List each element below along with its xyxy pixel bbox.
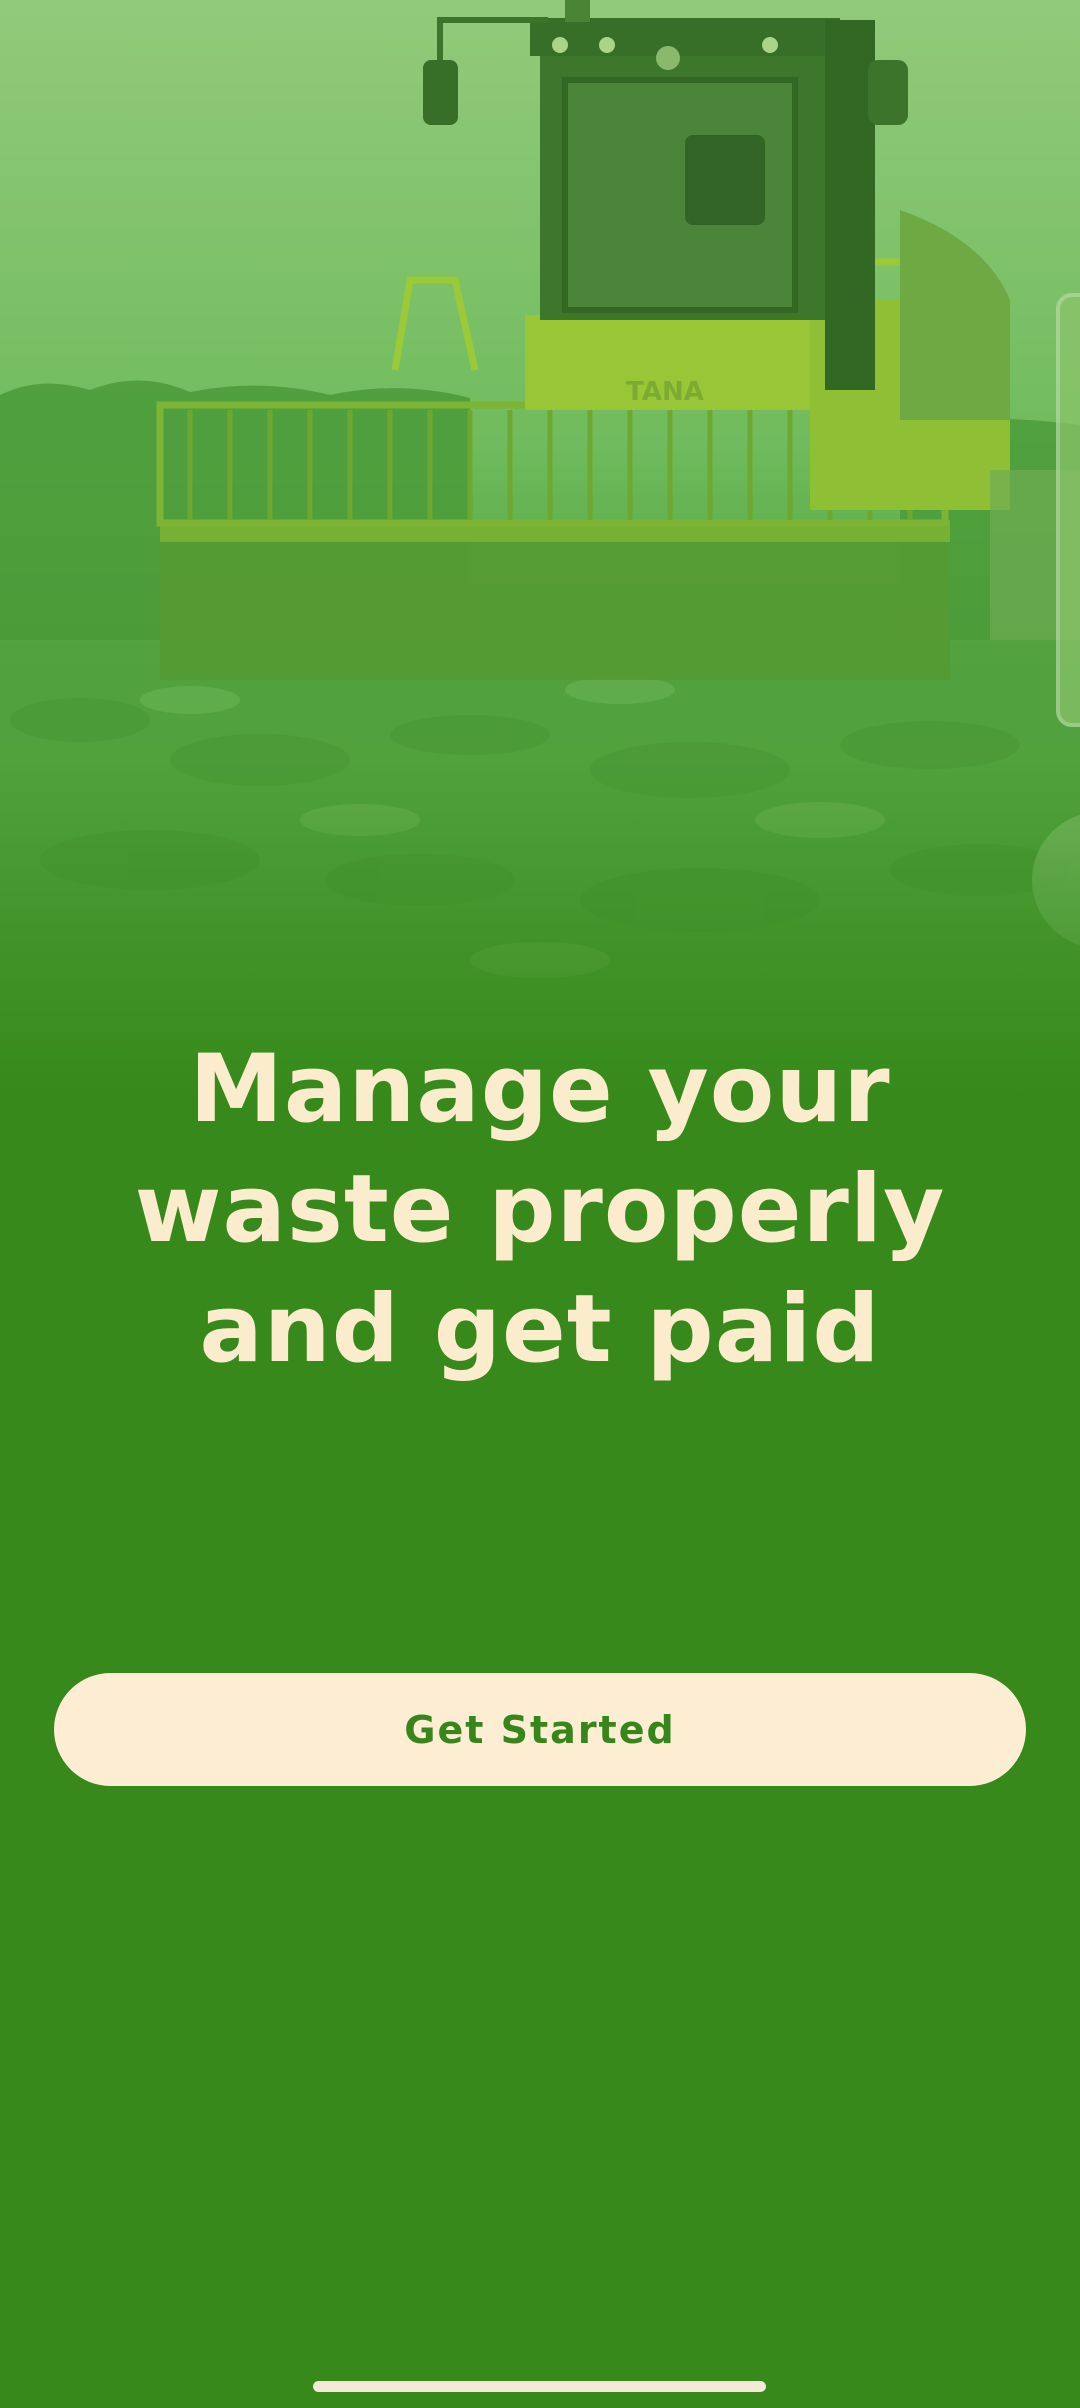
headline: Manage your waste properly and get paid [134,1035,946,1384]
get-started-button[interactable]: Get Started [54,1673,1026,1786]
home-indicator[interactable] [313,2381,766,2392]
hero-image: TANA [0,0,1080,1100]
